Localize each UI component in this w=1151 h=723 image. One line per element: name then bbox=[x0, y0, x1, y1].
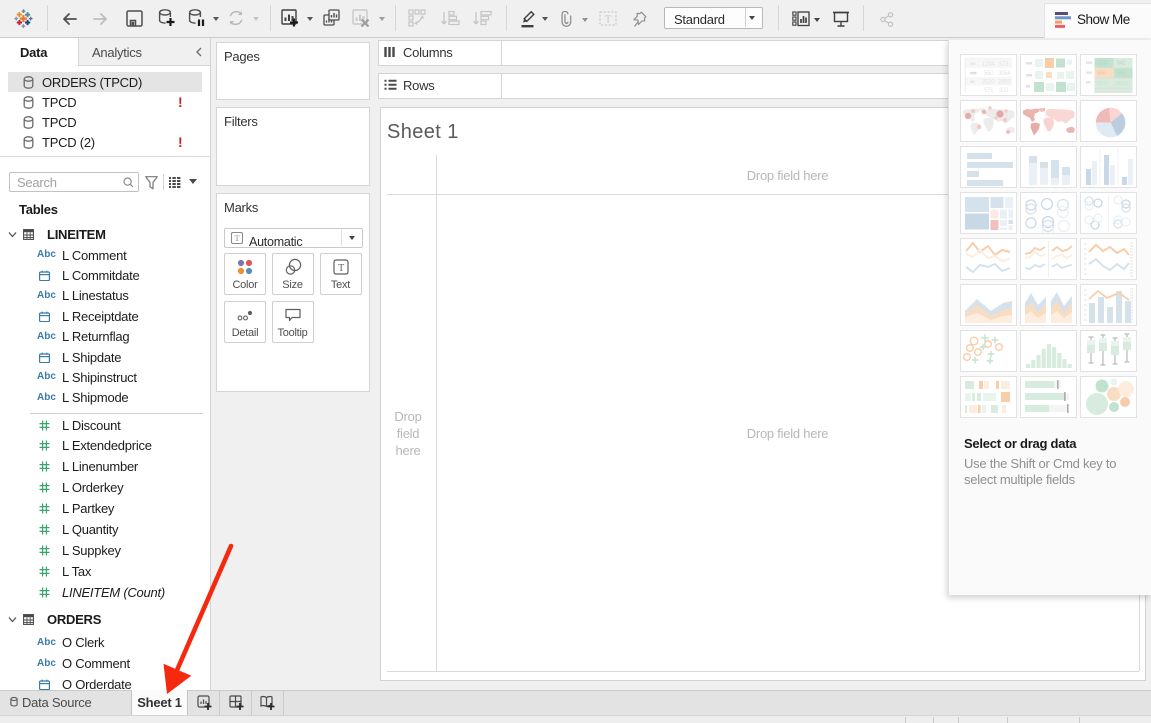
svg-text:2520: 2520 bbox=[982, 80, 995, 86]
svg-text:542: 542 bbox=[1117, 61, 1126, 67]
svg-text:2503: 2503 bbox=[1096, 81, 1107, 87]
svg-text:3054: 3054 bbox=[998, 71, 1011, 77]
svg-text:T: T bbox=[605, 14, 612, 26]
svg-text:2859: 2859 bbox=[998, 80, 1011, 86]
svg-text:322: 322 bbox=[999, 88, 1009, 94]
svg-text:1234: 1234 bbox=[982, 62, 995, 68]
svg-text:30530: 30530 bbox=[1116, 81, 1130, 87]
svg-text:571: 571 bbox=[984, 88, 994, 94]
svg-text:T: T bbox=[235, 233, 241, 243]
svg-text:556: 556 bbox=[1097, 71, 1106, 77]
svg-text:1234: 1234 bbox=[1097, 61, 1108, 67]
svg-text:T: T bbox=[338, 263, 344, 274]
svg-text:550: 550 bbox=[984, 71, 994, 77]
svg-text:565: 565 bbox=[1117, 71, 1126, 77]
svg-text:573: 573 bbox=[999, 62, 1009, 68]
